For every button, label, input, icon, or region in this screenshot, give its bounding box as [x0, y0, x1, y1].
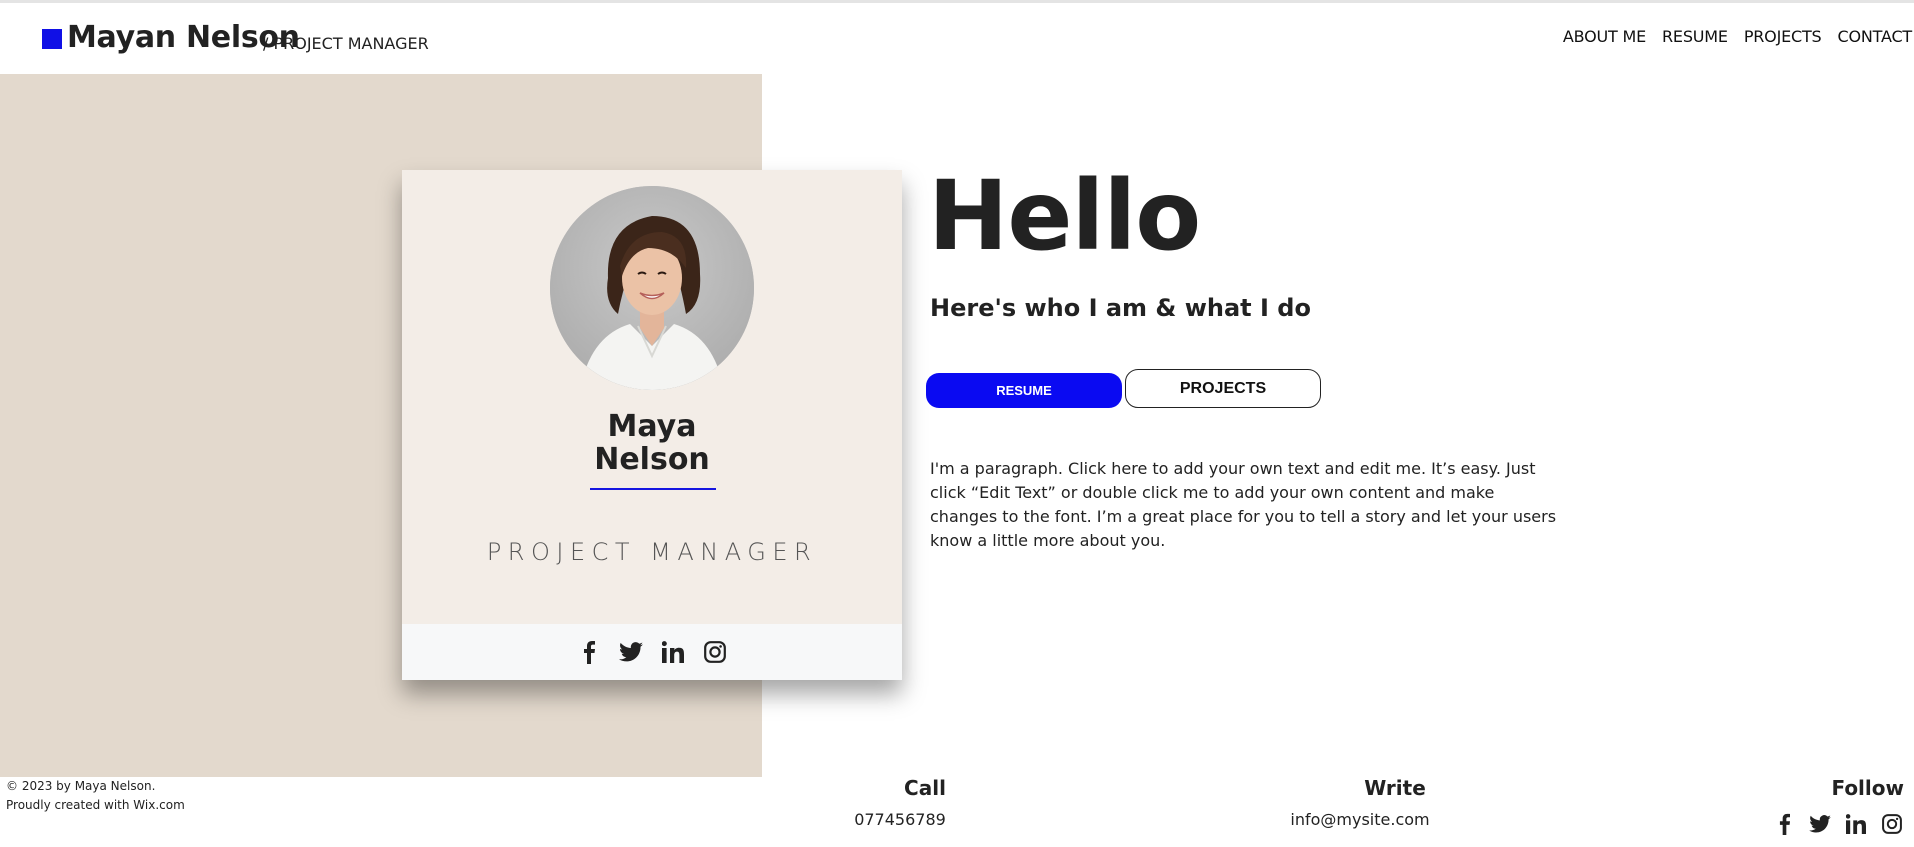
main-nav: ABOUT ME RESUME PROJECTS CONTACT — [1563, 27, 1912, 46]
avatar — [550, 186, 754, 390]
call-value: 077456789 — [854, 810, 946, 829]
call-heading: Call — [904, 776, 946, 800]
intro-paragraph: I'm a paragraph. Click here to add your … — [930, 459, 1557, 550]
projects-button[interactable]: PROJECTS — [1125, 369, 1321, 408]
write-heading: Write — [1364, 776, 1426, 800]
footer-social-icons — [1772, 812, 1904, 836]
facebook-icon[interactable] — [1772, 812, 1796, 836]
write-value[interactable]: info@mysite.com — [1280, 810, 1440, 829]
nav-resume[interactable]: RESUME — [1662, 27, 1728, 46]
nav-contact[interactable]: CONTACT — [1838, 27, 1913, 46]
facebook-icon[interactable] — [576, 639, 602, 665]
hero-title: Hello — [928, 160, 1201, 272]
card-social-bar — [402, 624, 902, 680]
profile-card: Maya Nelson PROJECT MANAGER — [402, 170, 902, 680]
card-divider — [590, 488, 716, 490]
nav-projects[interactable]: PROJECTS — [1744, 27, 1822, 46]
instagram-icon[interactable] — [1880, 812, 1904, 836]
hero-subtitle: Here's who I am & what I do — [930, 294, 1311, 322]
twitter-icon[interactable] — [1808, 812, 1832, 836]
card-name: Maya Nelson — [402, 410, 902, 476]
copyright-text: © 2023 by Maya Nelson. — [6, 779, 156, 793]
linkedin-icon[interactable] — [660, 639, 686, 665]
card-name-first: Maya — [607, 409, 697, 444]
logo-square — [42, 29, 62, 49]
follow-heading: Follow — [1831, 776, 1904, 800]
created-with-text[interactable]: Proudly created with Wix.com — [6, 796, 185, 815]
instagram-icon[interactable] — [702, 639, 728, 665]
nav-about-me[interactable]: ABOUT ME — [1563, 27, 1646, 46]
card-role: PROJECT MANAGER — [486, 538, 818, 566]
linkedin-icon[interactable] — [1844, 812, 1868, 836]
card-name-last: Nelson — [594, 442, 710, 477]
site-header: Mayan Nelson / PROJECT MANAGER ABOUT ME … — [0, 3, 1914, 73]
footer-copyright: © 2023 by Maya Nelson. Proudly created w… — [6, 777, 185, 815]
resume-button[interactable]: RESUME — [926, 373, 1122, 408]
twitter-icon[interactable] — [618, 639, 644, 665]
site-role: / PROJECT MANAGER — [263, 34, 429, 53]
